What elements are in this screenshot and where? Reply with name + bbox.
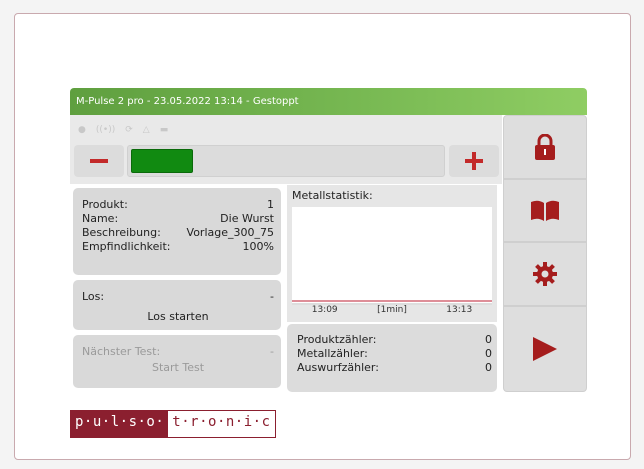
warning-icon: △ [142,125,150,135]
lock-icon [535,134,555,160]
name-label: Name: [82,212,119,225]
sensitivity-level-fill [131,149,193,173]
next-test-value: - [270,345,274,358]
product-counter-label: Produktzähler: [297,333,377,346]
lot-value: - [270,290,274,303]
decrease-sensitivity-button[interactable] [74,145,124,177]
name-value: Die Wurst [220,212,274,225]
sensor-icon: ● [78,125,86,135]
sensitivity-value: 100% [242,240,274,253]
description-label: Beschreibung: [82,226,161,239]
reject-counter-label: Auswurfzähler: [297,361,379,374]
next-test-panel[interactable]: Nächster Test: - Start Test [73,335,281,388]
settings-button[interactable] [503,242,587,306]
product-counter-value: 0 [485,333,492,346]
manual-icon [531,200,559,221]
description-value: Vorlage_300_75 [186,226,274,239]
title-bar: M-Pulse 2 pro - 23.05.2022 13:14 - Gesto… [70,88,587,115]
start-lot-label: Los starten [147,310,209,323]
start-test-label: Start Test [151,361,205,374]
pulsotronic-logo: p·u·l·s·o· t·r·o·n·i·c [70,410,276,438]
metal-counter-label: Metallzähler: [297,347,368,360]
signal-icon: ((•)) [95,125,116,135]
metal-stats-panel: Metallstatistik: 13:09 [1min] 13:13 [287,185,497,322]
product-value: 1 [267,198,274,211]
sensitivity-level-bar [127,145,445,177]
counters-panel: Produktzähler: 0 Metallzähler: 0 Auswurfzä… [287,324,497,392]
product-label: Produkt: [82,198,128,211]
metal-stats-plot [292,207,492,305]
manual-button[interactable] [503,179,587,242]
lot-panel[interactable]: Los: - Los starten [73,280,281,330]
sync-icon: ⟳ [125,125,133,135]
settings-icon [533,262,557,286]
battery-icon: ▬ [159,125,169,135]
tick-label: 13:09 [311,305,338,315]
metal-stats-title: Metallstatistik: [292,189,373,202]
increase-sensitivity-button[interactable] [449,145,499,177]
product-panel[interactable]: Produkt: 1 Name: Die Wurst Beschreibung: Vo… [73,188,281,275]
tick-label: [1min] [377,305,407,315]
tick-label: 13:13 [446,305,473,315]
start-button[interactable] [503,306,587,392]
play-icon [533,337,557,361]
minus-icon [90,159,108,163]
reject-counter-value: 0 [485,361,492,374]
sensitivity-label: Empfindlichkeit: [82,240,171,253]
next-test-label: Nächster Test: [82,345,161,358]
lot-label: Los: [82,290,105,303]
lock-button[interactable] [503,115,587,179]
metal-counter-value: 0 [485,347,492,360]
